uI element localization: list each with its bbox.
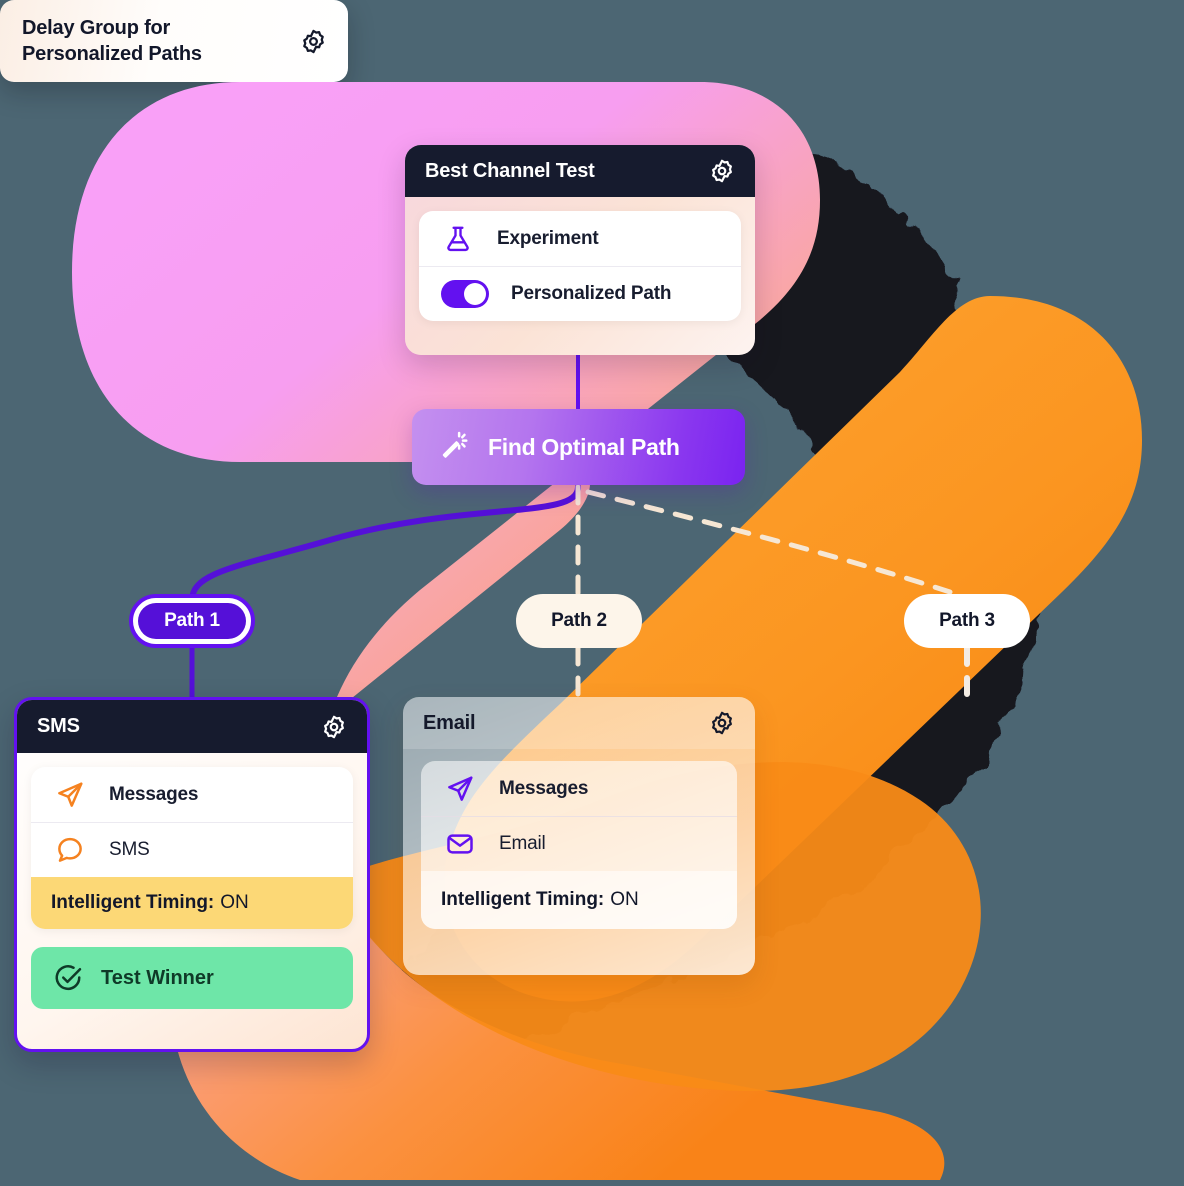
email-timing-value: ON (610, 889, 639, 910)
row-messages[interactable]: Messages (421, 761, 737, 816)
check-circle-icon (51, 961, 85, 995)
email-timing-label: Intelligent Timing: (441, 889, 605, 910)
row-messages-label: Messages (499, 777, 589, 799)
gear-icon[interactable] (321, 714, 347, 740)
sms-intelligent-timing: Intelligent Timing: ON (31, 877, 353, 929)
email-card-title: Email (423, 711, 476, 734)
row-messages-label: Messages (109, 783, 199, 805)
email-card-header: Email (403, 697, 755, 749)
email-card[interactable]: Email Messages Email Intelligent Timing:… (403, 697, 755, 975)
path-2-label: Path 2 (551, 610, 607, 631)
path-3-pill[interactable]: Path 3 (904, 594, 1030, 648)
paper-plane-icon (443, 772, 477, 806)
test-winner-label: Test Winner (101, 966, 214, 989)
best-channel-test-header: Best Channel Test (405, 145, 755, 197)
row-experiment[interactable]: Experiment (419, 211, 741, 266)
magic-wand-icon (440, 429, 470, 465)
row-sms[interactable]: SMS (31, 822, 353, 877)
gear-icon[interactable] (709, 158, 735, 184)
path-3-label: Path 3 (939, 610, 995, 631)
flask-icon (441, 222, 475, 256)
row-email-label: Email (499, 833, 546, 854)
path-1-label: Path 1 (138, 603, 246, 639)
path-2-pill[interactable]: Path 2 (516, 594, 642, 648)
chat-bubble-icon (53, 833, 87, 867)
best-channel-test-card[interactable]: Best Channel Test Experiment Personalize… (405, 145, 755, 355)
test-winner-badge: Test Winner (31, 947, 353, 1009)
row-messages[interactable]: Messages (31, 767, 353, 822)
personalized-path-toggle[interactable] (441, 280, 489, 308)
find-optimal-path-label: Find Optimal Path (488, 433, 680, 460)
gear-icon[interactable] (709, 710, 735, 736)
row-sms-label: SMS (109, 839, 150, 860)
sms-card-rows: Messages SMS Intelligent Timing: ON (31, 767, 353, 929)
path-1-pill[interactable]: Path 1 (129, 594, 255, 648)
paper-plane-icon (53, 778, 87, 812)
flow-canvas: Best Channel Test Experiment Personalize… (0, 0, 1184, 1186)
sms-card-title: SMS (37, 715, 80, 737)
best-channel-test-rows: Experiment Personalized Path (419, 211, 741, 321)
row-personalized-path[interactable]: Personalized Path (419, 266, 741, 321)
row-experiment-label: Experiment (497, 227, 599, 249)
sms-card[interactable]: SMS Messages SMS Intelligent Timing: ON … (14, 697, 370, 1052)
sms-timing-label: Intelligent Timing: (51, 892, 215, 913)
email-card-rows: Messages Email Intelligent Timing: ON (421, 761, 737, 929)
sms-card-header: SMS (17, 700, 367, 753)
email-intelligent-timing: Intelligent Timing: ON (421, 871, 737, 929)
envelope-icon (443, 827, 477, 861)
find-optimal-path-button[interactable]: Find Optimal Path (412, 409, 745, 485)
sms-timing-value: ON (220, 892, 249, 913)
row-personalized-path-label: Personalized Path (511, 283, 672, 304)
best-channel-test-title: Best Channel Test (425, 159, 595, 182)
row-email[interactable]: Email (421, 816, 737, 871)
